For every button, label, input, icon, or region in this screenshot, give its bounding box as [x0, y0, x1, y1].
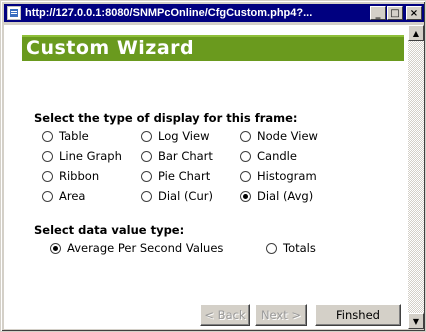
window-title: http://127.0.0.1:8080/SNMPcOnline/CfgCus… — [25, 7, 313, 19]
radio-icon[interactable] — [141, 150, 152, 162]
wizard-header: Custom Wizard — [22, 35, 404, 61]
arrow-up-icon: ▲ — [412, 28, 420, 38]
radio-histogram[interactable]: Histogram — [240, 169, 317, 183]
radio-line-graph[interactable]: Line Graph — [42, 149, 122, 163]
radio-label: Candle — [257, 149, 297, 163]
radio-icon-selected[interactable] — [240, 190, 251, 202]
scroll-up-button[interactable]: ▲ — [408, 25, 424, 41]
minimize-button[interactable]: _ — [370, 6, 386, 20]
title-bar[interactable]: http://127.0.0.1:8080/SNMPcOnline/CfgCus… — [4, 4, 424, 22]
page-icon — [7, 6, 21, 20]
close-icon: × — [409, 7, 419, 19]
radio-label: Ribbon — [59, 169, 100, 183]
browser-popup-window: http://127.0.0.1:8080/SNMPcOnline/CfgCus… — [0, 0, 426, 332]
close-button[interactable]: × — [406, 6, 422, 20]
radio-node-view[interactable]: Node View — [240, 129, 318, 143]
radio-totals[interactable]: Totals — [266, 241, 316, 255]
radio-icon[interactable] — [240, 150, 251, 162]
radio-ribbon[interactable]: Ribbon — [42, 169, 99, 183]
radio-icon[interactable] — [42, 190, 53, 202]
scroll-down-button[interactable]: ▼ — [408, 313, 424, 329]
minimize-icon: _ — [375, 7, 381, 19]
vertical-scrollbar[interactable]: ▲ ▼ — [408, 25, 424, 329]
radio-icon[interactable] — [240, 170, 251, 182]
back-button[interactable]: < Back — [200, 304, 250, 326]
radio-table[interactable]: Table — [42, 129, 89, 143]
radio-icon[interactable] — [266, 242, 277, 254]
radio-label: Area — [59, 189, 86, 203]
radio-label: Line Graph — [59, 149, 122, 163]
radio-icon-selected[interactable] — [50, 242, 61, 254]
radio-label: Log View — [158, 129, 210, 143]
radio-icon[interactable] — [240, 130, 251, 142]
page-content: Custom Wizard Select the type of display… — [4, 25, 408, 329]
radio-bar-chart[interactable]: Bar Chart — [141, 149, 213, 163]
radio-label: Table — [59, 129, 89, 143]
radio-dial-cur[interactable]: Dial (Cur) — [141, 189, 213, 203]
radio-icon[interactable] — [141, 130, 152, 142]
radio-average-per-second[interactable]: Average Per Second Values — [50, 241, 223, 255]
maximize-button[interactable]: □ — [387, 6, 403, 20]
radio-label: Average Per Second Values — [67, 241, 224, 255]
radio-icon[interactable] — [141, 170, 152, 182]
finish-button[interactable]: Finshed — [315, 304, 401, 326]
radio-dial-avg[interactable]: Dial (Avg) — [240, 189, 313, 203]
radio-icon[interactable] — [42, 170, 53, 182]
radio-icon[interactable] — [42, 130, 53, 142]
radio-label: Histogram — [257, 169, 317, 183]
radio-label: Dial (Avg) — [257, 189, 314, 203]
radio-label: Pie Chart — [158, 169, 211, 183]
radio-icon[interactable] — [42, 150, 53, 162]
maximize-icon: □ — [390, 7, 400, 19]
display-type-heading: Select the type of display for this fram… — [34, 111, 298, 125]
radio-pie-chart[interactable]: Pie Chart — [141, 169, 210, 183]
next-button[interactable]: Next > — [255, 304, 307, 326]
radio-candle[interactable]: Candle — [240, 149, 297, 163]
radio-icon[interactable] — [141, 190, 152, 202]
radio-log-view[interactable]: Log View — [141, 129, 210, 143]
radio-area[interactable]: Area — [42, 189, 85, 203]
radio-label: Dial (Cur) — [158, 189, 213, 203]
radio-label: Node View — [257, 129, 318, 143]
value-type-heading: Select data value type: — [34, 223, 185, 237]
radio-label: Totals — [283, 241, 316, 255]
arrow-down-icon: ▼ — [412, 316, 420, 326]
radio-label: Bar Chart — [158, 149, 213, 163]
